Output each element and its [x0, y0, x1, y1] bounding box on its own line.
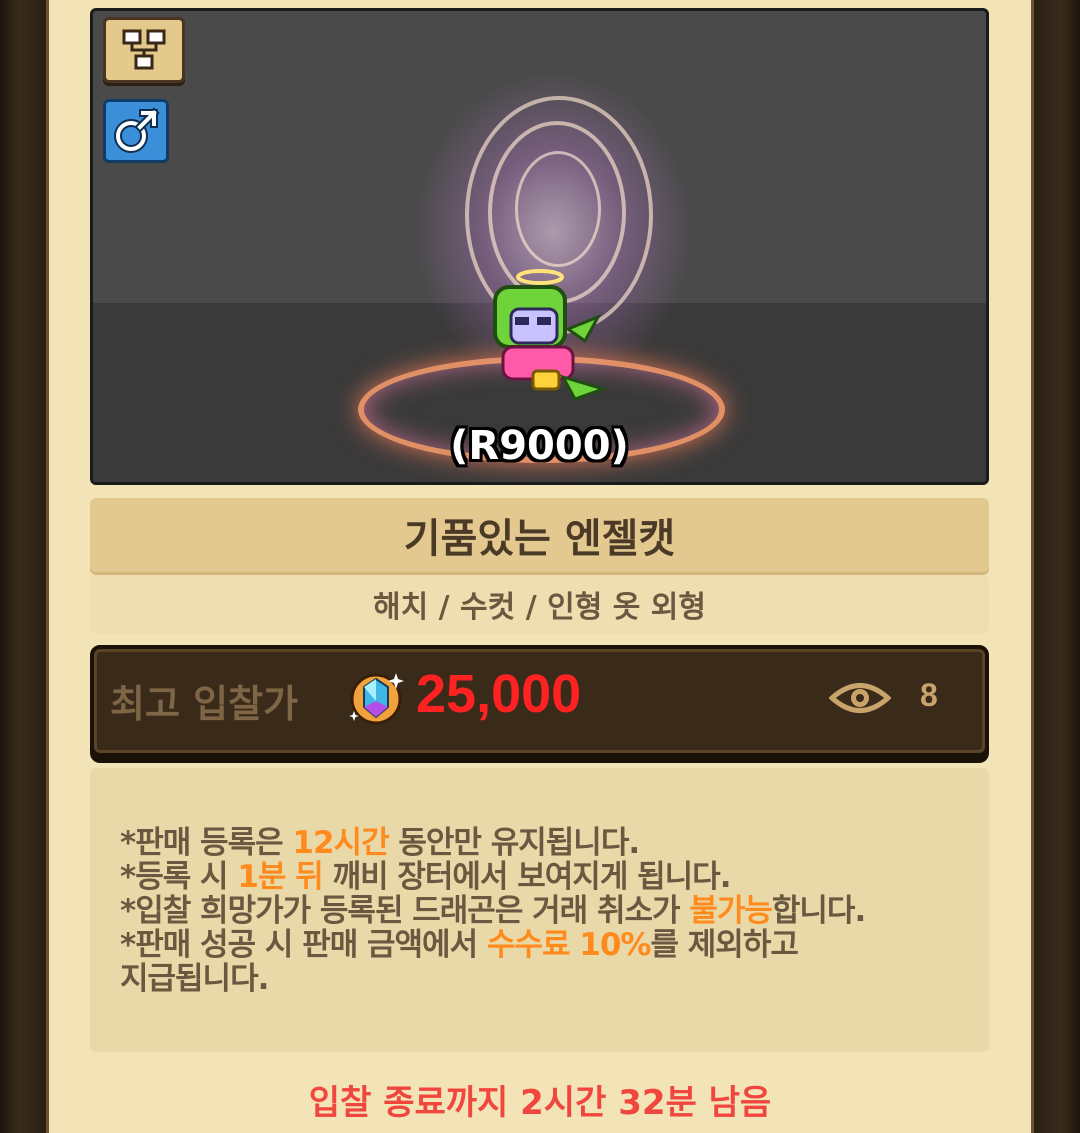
structure-icon — [122, 29, 166, 70]
gender-badge[interactable] — [103, 99, 169, 163]
notice-text-part: *입찰 희망가가 등록된 드래곤은 거래 취소가 — [120, 893, 690, 929]
left-frame — [0, 0, 46, 1133]
angel-cat-sprite — [493, 269, 608, 401]
notice-line: *판매 등록은 12시간 동안만 유지됩니다. — [120, 826, 969, 860]
pet-type-badge[interactable] — [103, 17, 185, 83]
right-frame — [1034, 0, 1080, 1133]
notice-box: *판매 등록은 12시간 동안만 유지됩니다. *등록 시 1분 뒤 깨비 장터… — [90, 768, 989, 1052]
pet-name: 기품있는 엔젤캣 — [90, 498, 989, 572]
view-count: 8 — [920, 677, 938, 713]
eye-icon — [829, 683, 891, 713]
notice-line: *입찰 희망가가 등록된 드래곤은 거래 취소가 불가능합니다. — [120, 894, 969, 928]
notice-line: *등록 시 1분 뒤 깨비 장터에서 보여지게 됩니다. — [120, 860, 969, 894]
notice-line: *판매 성공 시 판매 금액에서 수수료 10%를 제외하고 — [120, 928, 969, 962]
highest-bid-label: 최고 입찰가 — [110, 682, 299, 726]
pet-preview: (R9000) — [90, 8, 989, 485]
pet-traits: 해치 / 수컷 / 인형 옷 외형 — [90, 575, 989, 633]
pet-id-label: (R9000) — [450, 423, 629, 469]
gem-icon — [349, 673, 404, 725]
notice-text-part: *판매 성공 시 판매 금액에서 — [120, 927, 487, 963]
notice-highlight: 수수료 10% — [486, 927, 652, 963]
notice-text-part: 동안만 유지됩니다. — [388, 825, 640, 861]
highest-bid-bar: 최고 입찰가 25,000 8 — [90, 645, 989, 757]
notice-highlight: 1분 뒤 — [237, 859, 323, 895]
notice-highlight: 불가능 — [689, 893, 773, 929]
notice-highlight: 12시간 — [292, 825, 389, 861]
notice-text-part: 합니다. — [771, 893, 866, 929]
notice-text-part: 를 제외하고 — [650, 927, 798, 963]
notice-text-part: *판매 등록은 — [120, 825, 293, 861]
notice-text: *판매 등록은 12시간 동안만 유지됩니다. *등록 시 1분 뒤 깨비 장터… — [120, 826, 969, 996]
auction-time-remaining: 입찰 종료까지 2시간 32분 남음 — [308, 1083, 772, 1123]
notice-text-part: 깨비 장터에서 보여지게 됩니다. — [322, 859, 732, 895]
notice-text-part: *등록 시 — [120, 859, 238, 895]
highest-bid-amount: 25,000 — [416, 664, 582, 724]
notice-line: 지급됩니다. — [120, 961, 269, 997]
male-icon — [114, 107, 160, 153]
swirl-ring — [515, 151, 601, 267]
